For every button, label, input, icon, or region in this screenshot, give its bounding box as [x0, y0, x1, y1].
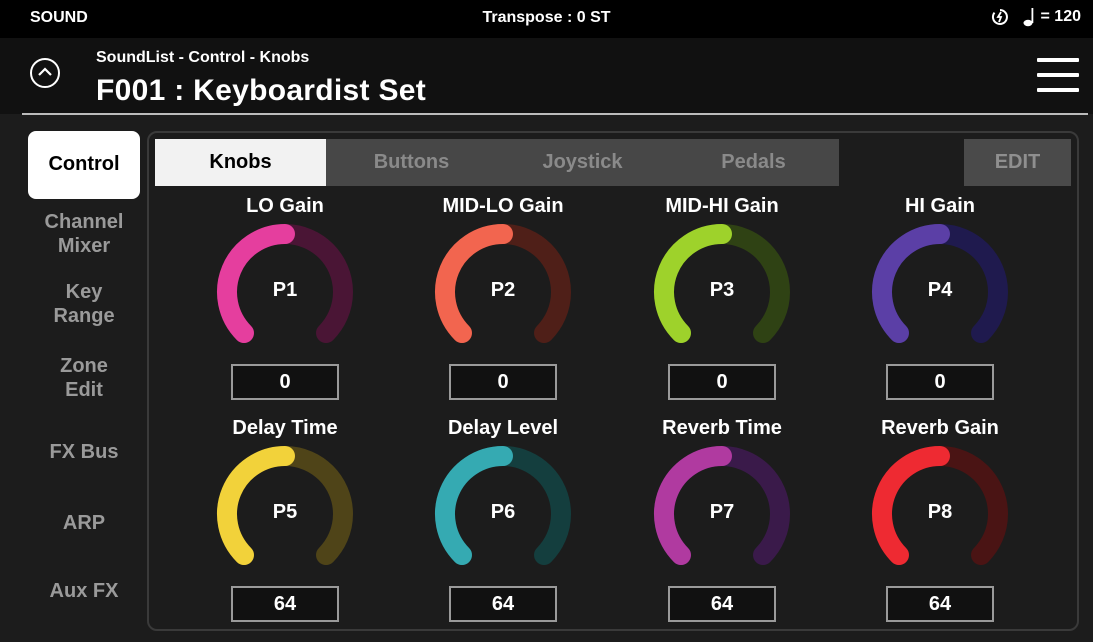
knob-dial[interactable]: P4 [870, 222, 1010, 362]
knob-p2: MID-LO Gain P2 0 [393, 194, 613, 400]
sidebar-item-zone-edit[interactable]: Zone Edit [28, 354, 140, 424]
knob-p6: Delay Level P6 64 [393, 416, 613, 622]
sidebar-item-control[interactable]: Control [28, 131, 140, 199]
tab-joystick[interactable]: Joystick [497, 139, 668, 186]
knob-dial[interactable]: P5 [215, 444, 355, 584]
breadcrumb: SoundList - Control - Knobs [96, 49, 310, 66]
knob-value-field[interactable]: 0 [886, 364, 994, 400]
sidebar-item-label: Zone Edit [60, 355, 108, 401]
knob-label: Reverb Time [662, 417, 782, 439]
sidebar-item-arp[interactable]: ARP [28, 494, 140, 564]
knob-label: Reverb Gain [881, 417, 999, 439]
knob-value-field[interactable]: 64 [668, 586, 776, 622]
knob-label: Delay Level [447, 417, 559, 439]
tempo-value: = 120 [1040, 8, 1081, 25]
edit-button[interactable]: EDIT [964, 139, 1071, 186]
knob-param-label: P8 [927, 501, 953, 523]
tab-buttons[interactable]: Buttons [326, 139, 497, 186]
knob-p1: LO Gain P1 0 [175, 194, 395, 400]
hamburger-menu-icon[interactable] [1037, 58, 1079, 94]
status-right: = 120 [991, 7, 1081, 27]
power-icon [991, 8, 1009, 26]
knob-param-label: P7 [709, 501, 735, 523]
knob-p3: MID-HI Gain P3 0 [612, 194, 832, 400]
knob-param-label: P1 [272, 279, 298, 301]
knob-value-field[interactable]: 64 [449, 586, 557, 622]
sidebar-item-key-range[interactable]: Key Range [28, 280, 140, 354]
page-header: SoundList - Control - Knobs F001 : Keybo… [0, 38, 1093, 114]
sidebar-item-label: FX Bus [49, 441, 119, 463]
sidebar-item-aux-fx[interactable]: Aux FX [28, 564, 140, 624]
knob-param-label: P6 [490, 501, 516, 523]
knob-dial[interactable]: P8 [870, 444, 1010, 584]
page-title: F001 : Keyboardist Set [96, 74, 427, 107]
sidebar-item-fx-bus[interactable]: FX Bus [28, 424, 140, 494]
sidebar-item-label: Control [48, 153, 120, 175]
sidebar-item-label: Channel Mixer [44, 211, 124, 257]
knob-value-field[interactable]: 0 [668, 364, 776, 400]
sidebar-item-label: Aux FX [49, 580, 119, 602]
knob-p7: Reverb Time P7 64 [612, 416, 832, 622]
sidebar-item-label: ARP [62, 512, 106, 534]
knob-dial[interactable]: P7 [652, 444, 792, 584]
knob-param-label: P3 [709, 279, 735, 301]
knob-dial[interactable]: P2 [433, 222, 573, 362]
side-nav: Control Channel Mixer Key Range Zone Edi… [28, 131, 140, 624]
knob-dial[interactable]: P6 [433, 444, 573, 584]
knob-p5: Delay Time P5 64 [175, 416, 395, 622]
tempo-display[interactable]: = 120 [1023, 7, 1081, 27]
sidebar-item-label: Key Range [53, 281, 115, 327]
knob-dial[interactable]: P3 [652, 222, 792, 362]
tab-knobs[interactable]: Knobs [155, 139, 326, 186]
tab-bar: Knobs Buttons Joystick Pedals [155, 139, 839, 186]
knob-label: MID-LO Gain [442, 195, 564, 217]
knob-label: LO Gain [246, 195, 324, 217]
knob-p8: Reverb Gain P8 64 [830, 416, 1050, 622]
chevron-up-icon[interactable] [30, 58, 60, 88]
knob-dial[interactable]: P1 [215, 222, 355, 362]
knob-label: Delay Time [232, 417, 338, 439]
knob-value-field[interactable]: 0 [449, 364, 557, 400]
transpose-label: Transpose : 0 ST [482, 9, 611, 26]
knob-param-label: P5 [272, 501, 298, 523]
knob-param-label: P2 [490, 279, 516, 301]
sidebar-item-channel-mixer[interactable]: Channel Mixer [28, 206, 140, 280]
quarter-note-icon [1023, 7, 1037, 27]
header-divider [22, 113, 1088, 115]
knob-label: HI Gain [904, 195, 975, 217]
knob-param-label: P4 [927, 279, 953, 301]
knob-p4: HI Gain P4 0 [830, 194, 1050, 400]
knob-value-field[interactable]: 64 [231, 586, 339, 622]
knob-value-field[interactable]: 0 [231, 364, 339, 400]
knob-label: MID-HI Gain [665, 195, 779, 217]
knob-value-field[interactable]: 64 [886, 586, 994, 622]
tab-pedals[interactable]: Pedals [668, 139, 839, 186]
status-bar: SOUND Transpose : 0 ST = 120 [0, 0, 1093, 38]
